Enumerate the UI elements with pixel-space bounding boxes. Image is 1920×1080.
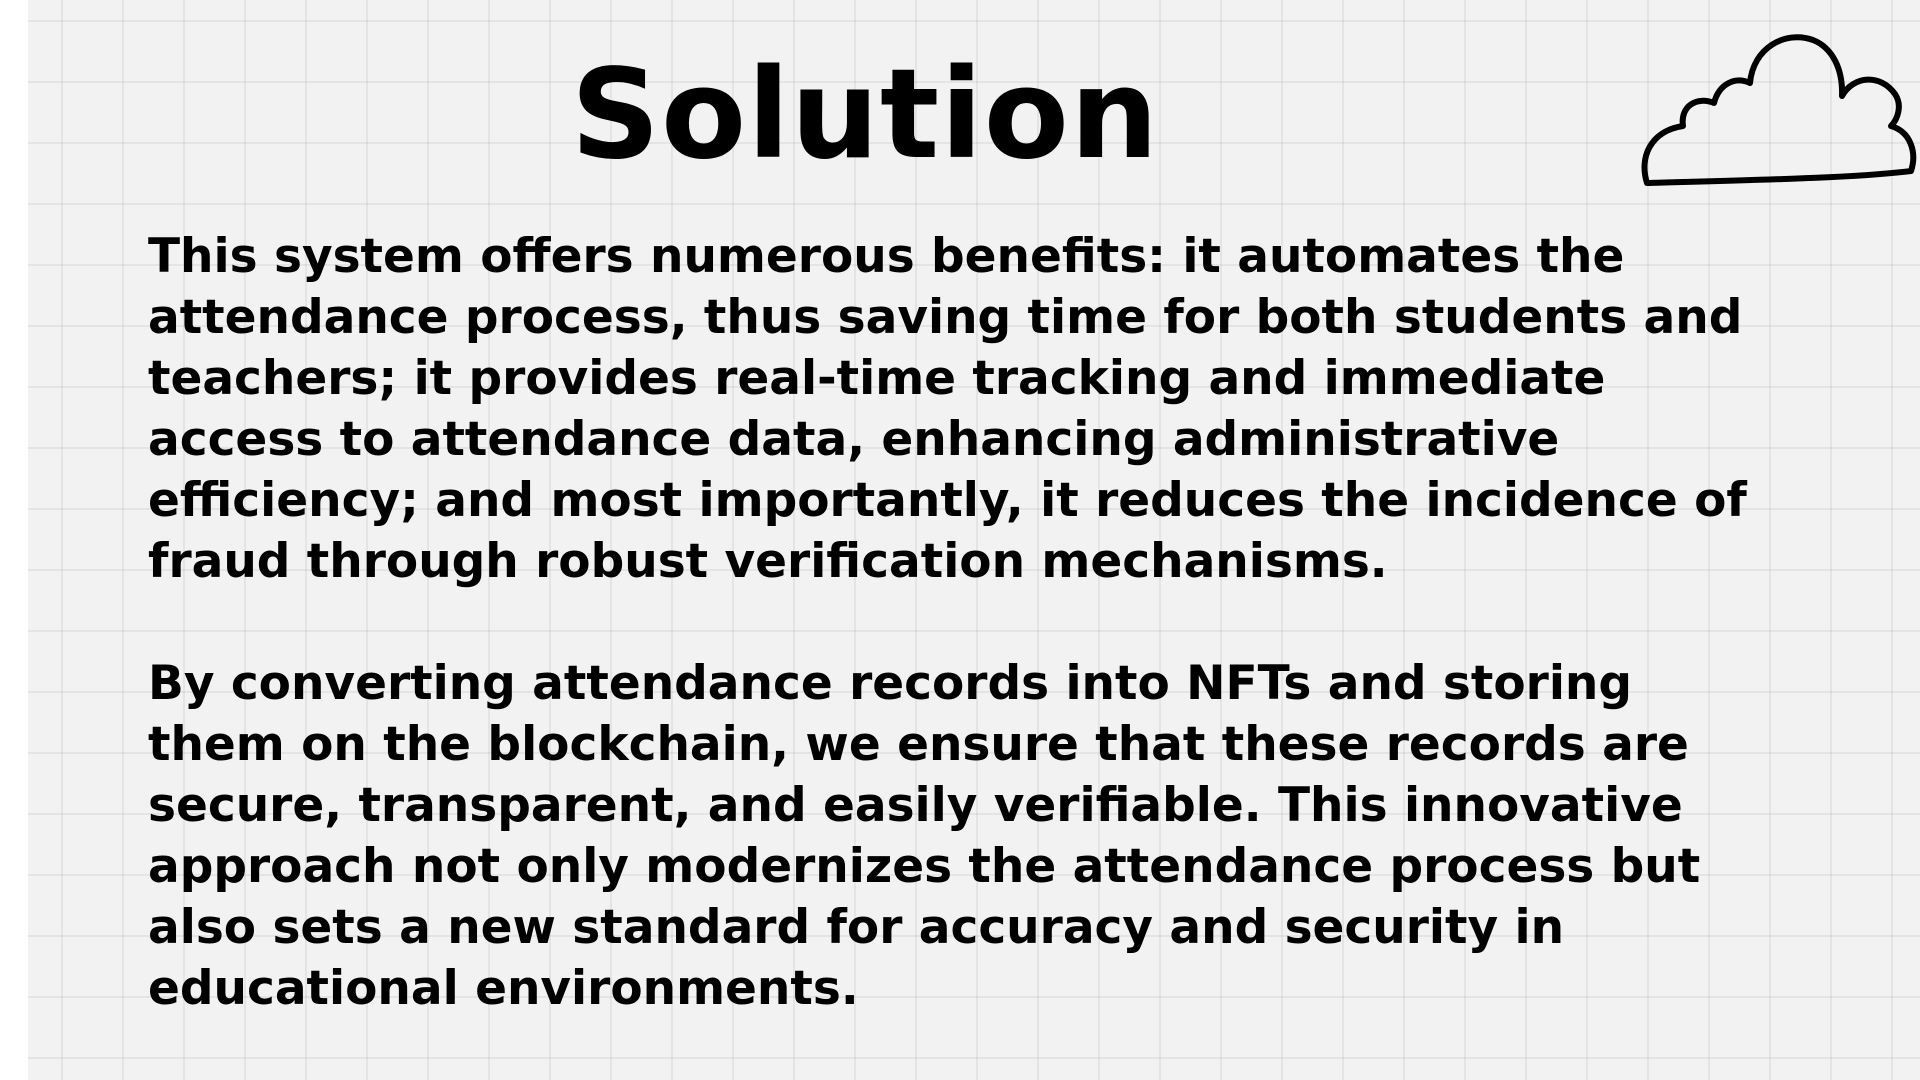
- paragraph-nft-blockchain: By converting attendance records into NF…: [148, 656, 1701, 1016]
- body-text: This system offers numerous benefits: it…: [148, 226, 1768, 1080]
- slide-title: Solution: [570, 43, 1160, 187]
- cloud-icon: [1641, 34, 1917, 186]
- slide: Solution This system offers numerous ben…: [0, 0, 1920, 1080]
- paragraph-benefits: This system offers numerous benefits: it…: [148, 229, 1747, 589]
